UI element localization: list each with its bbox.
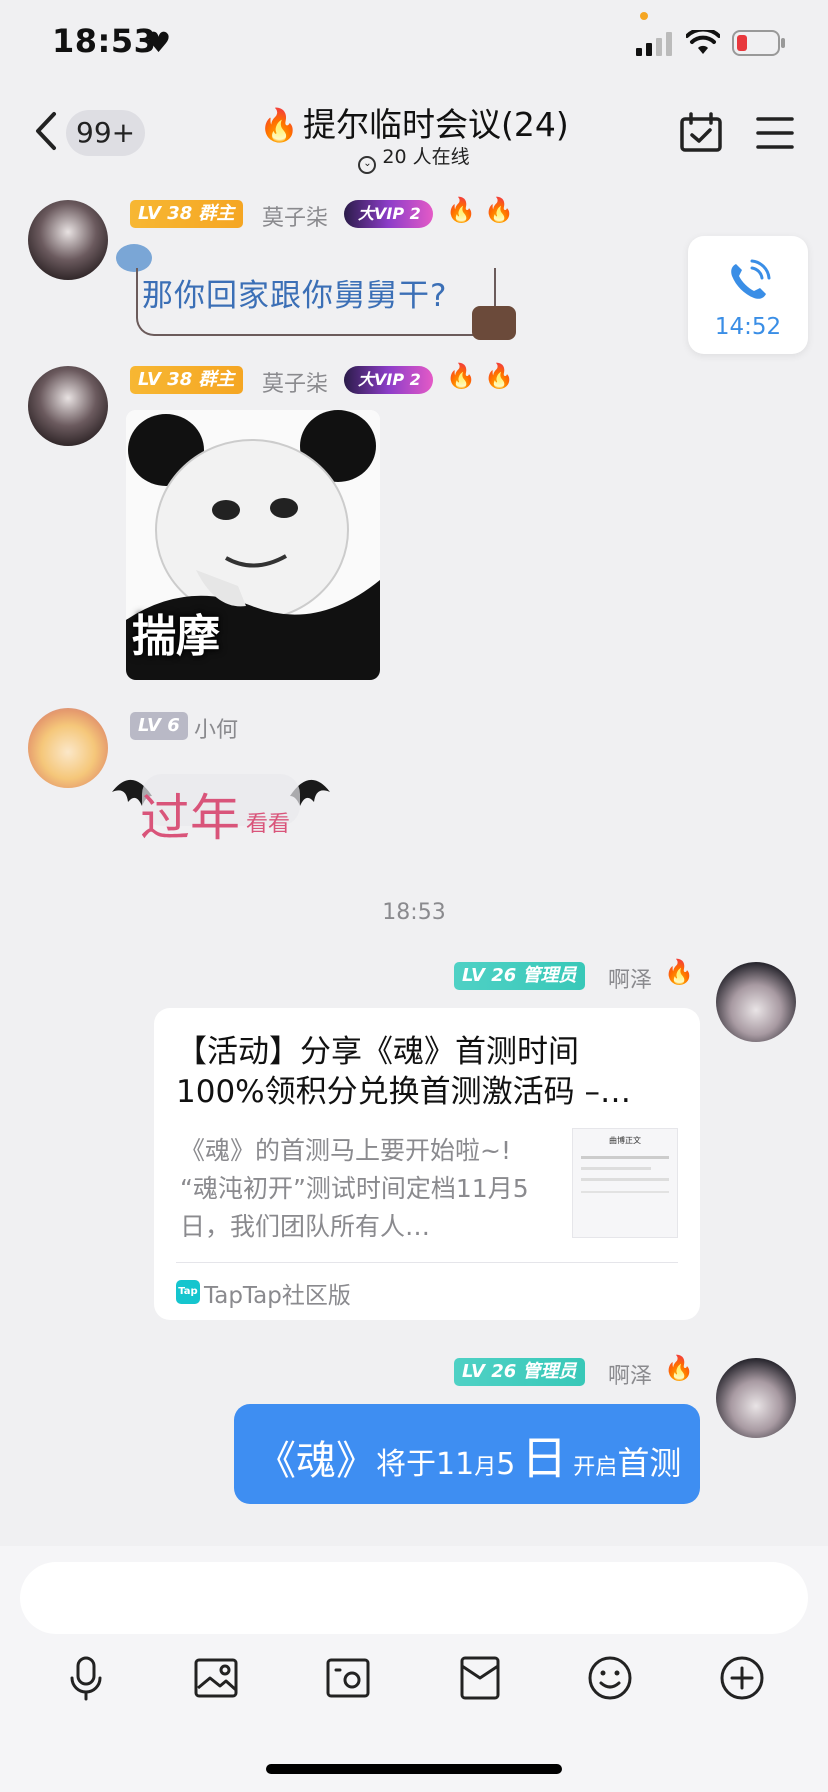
- chat-screen: { "status_bar": {"time": "18:53"}, "head…: [0, 0, 828, 1792]
- privacy-indicator-dot: [640, 12, 648, 20]
- chevron-down-circle-icon: ⌄: [358, 156, 377, 174]
- level-text: LV 26: [462, 965, 517, 986]
- divider: [176, 1262, 678, 1263]
- vip-badge: 大VIP 2: [344, 200, 433, 228]
- flame-badge-icon: 🔥: [446, 362, 476, 390]
- fire-icon: 🔥: [484, 362, 514, 390]
- avatar[interactable]: [716, 1358, 796, 1438]
- card-desc-line: 日，我们团队所有人…: [180, 1212, 431, 1241]
- level-badge: LV 6: [130, 712, 188, 740]
- role-text: 群主: [198, 203, 235, 224]
- msg-part: 将于11: [376, 1447, 475, 1482]
- msg-part: 5: [496, 1447, 516, 1482]
- level-text: LV 26: [462, 1361, 517, 1382]
- role-text: 群主: [198, 369, 235, 390]
- level-badge: LV 38 群主: [130, 200, 243, 228]
- avatar[interactable]: [716, 962, 796, 1042]
- message-bubble[interactable]: 《魂》将于11月5 日开启首测: [234, 1404, 700, 1504]
- avatar[interactable]: [28, 366, 108, 446]
- message-text-small: 看看: [246, 812, 291, 837]
- avatar[interactable]: [28, 708, 108, 788]
- card-thumbnail: 曲博正文: [572, 1128, 678, 1238]
- card-source: TapTap社区版: [204, 1283, 351, 1309]
- msg-part: 首测: [617, 1444, 682, 1482]
- panda-meme-sticker[interactable]: 揣摩: [126, 410, 380, 680]
- level-text: LV 38: [138, 369, 193, 390]
- card-description: 《魂》的首测马上要开始啦~! “魂沌初开”测试时间定档11月5 日，我们团队所有…: [180, 1132, 550, 1246]
- chat-title-text: 提尔临时会议(24): [303, 105, 569, 144]
- card-desc-line: “魂沌初开”测试时间定档11月5: [180, 1174, 529, 1203]
- battery-icon: [732, 30, 785, 56]
- role-text: 管理员: [522, 965, 577, 986]
- red-packet-icon[interactable]: [456, 1654, 504, 1702]
- card-desc-line: 《魂》的首测马上要开始啦~!: [180, 1136, 511, 1165]
- camera-icon[interactable]: [324, 1654, 372, 1702]
- flame-badge-icon: 🔥: [446, 196, 476, 224]
- thumb-line: [581, 1167, 651, 1170]
- message-text[interactable]: 那你回家跟你舅舅干?: [142, 270, 447, 315]
- microphone-icon[interactable]: [62, 1654, 110, 1702]
- msg-part: 月: [474, 1455, 497, 1480]
- message-input[interactable]: [20, 1562, 808, 1634]
- call-card[interactable]: 14:52: [688, 236, 808, 354]
- thumb-line: [581, 1191, 669, 1193]
- home-indicator[interactable]: [266, 1764, 562, 1774]
- wifi-icon: [686, 30, 720, 54]
- sender-name[interactable]: 莫子柒: [262, 200, 328, 232]
- calendar-check-icon[interactable]: [680, 112, 722, 152]
- level-badge: LV 26 管理员: [454, 962, 585, 990]
- sender-name[interactable]: 啊泽: [608, 1358, 652, 1390]
- cellular-signal-icon: [636, 32, 672, 56]
- card-title-line: 【活动】分享《魂》首测时间: [176, 1034, 579, 1070]
- heart-icon: ♥: [146, 26, 172, 59]
- card-title-line: 100%领积分兑换首测激活码 –…: [176, 1074, 631, 1110]
- plus-circle-icon[interactable]: [718, 1654, 766, 1702]
- emoji-icon[interactable]: [586, 1654, 634, 1702]
- fire-icon: 🔥: [259, 106, 300, 144]
- fire-icon: 🔥: [664, 958, 694, 986]
- avatar[interactable]: [28, 200, 108, 280]
- thumb-title: 曲博正文: [609, 1136, 641, 1145]
- sender-name[interactable]: 小何: [194, 712, 238, 744]
- call-time: 14:52: [714, 314, 782, 340]
- shared-link-card[interactable]: 【活动】分享《魂》首测时间 100%领积分兑换首测激活码 –… 《魂》的首测马上…: [154, 1008, 700, 1320]
- msg-part: 开启: [573, 1455, 618, 1480]
- msg-part: 《魂》: [256, 1438, 376, 1484]
- timestamp-divider: 18:53: [382, 900, 446, 925]
- role-text: 管理员: [522, 1361, 577, 1382]
- sender-name[interactable]: 莫子柒: [262, 366, 328, 398]
- level-badge: LV 38 群主: [130, 366, 243, 394]
- menu-icon[interactable]: [756, 116, 794, 150]
- mouse-sticker-icon: [472, 306, 516, 340]
- online-count-text: 20 人在线: [382, 146, 470, 168]
- thumb-line: [581, 1156, 669, 1159]
- msg-part: 日: [521, 1431, 568, 1485]
- fire-icon: 🔥: [664, 1354, 694, 1382]
- phone-icon: [731, 259, 771, 299]
- message-text: 《魂》将于11月5 日开启首测: [256, 1422, 681, 1488]
- message-text-large[interactable]: 过年: [140, 778, 240, 850]
- sticker-caption: 揣摩: [132, 611, 220, 662]
- sender-name[interactable]: 啊泽: [608, 962, 652, 994]
- thumb-line: [581, 1178, 669, 1181]
- level-badge: LV 26 管理员: [454, 1358, 585, 1386]
- status-time: 18:53: [52, 22, 157, 60]
- image-gallery-icon[interactable]: [192, 1654, 240, 1702]
- card-title: 【活动】分享《魂》首测时间 100%领积分兑换首测激活码 –…: [176, 1032, 686, 1112]
- level-text: LV 38: [138, 203, 193, 224]
- vip-badge: 大VIP 2: [344, 366, 433, 394]
- taptap-logo-icon: Tap: [176, 1280, 200, 1304]
- fire-icon: 🔥: [484, 196, 514, 224]
